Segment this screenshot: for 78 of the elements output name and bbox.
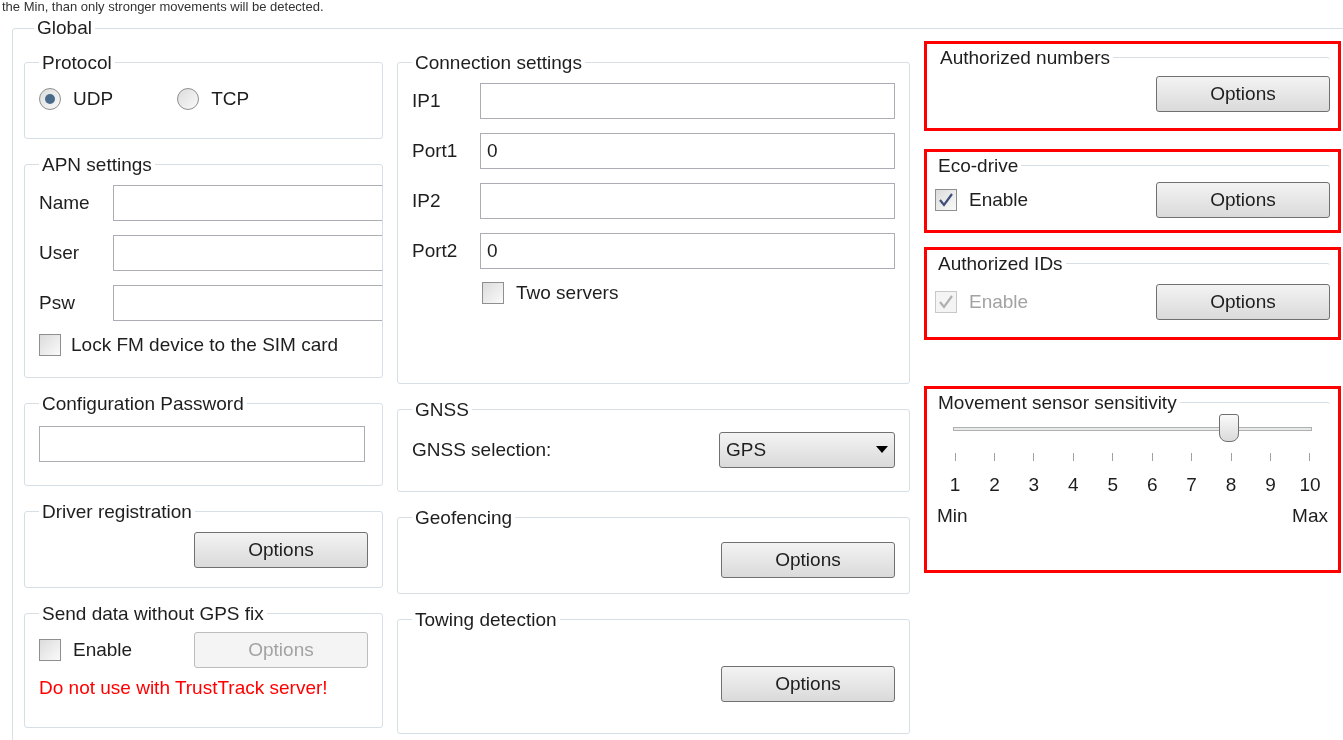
checkbox[interactable] <box>39 334 61 357</box>
text-field[interactable] <box>113 235 382 271</box>
field-label: Port1 <box>412 138 459 163</box>
slider-thumb[interactable] <box>1218 414 1239 442</box>
tick-label: 6 <box>1146 473 1158 497</box>
group-title: APN settings <box>41 152 153 177</box>
group-title: GNSS <box>414 397 470 422</box>
tick-label: 9 <box>1265 473 1276 497</box>
tick-mark <box>1151 453 1153 461</box>
field-label: Psw <box>39 290 76 315</box>
checkbox[interactable] <box>39 639 61 661</box>
group-title: Protocol <box>41 50 113 75</box>
field-label: GNSS selection: <box>412 437 552 462</box>
group-title: Authorized numbers <box>939 45 1112 70</box>
tick-label: 4 <box>1068 473 1079 497</box>
group-title: Connection settings <box>414 50 583 75</box>
group-title: Towing detection <box>414 607 558 632</box>
field-label: IP1 <box>412 88 442 113</box>
max-label: Max <box>1292 503 1328 528</box>
group-title: Geofencing <box>414 505 514 530</box>
tick-label: 5 <box>1107 473 1119 497</box>
text-field[interactable] <box>480 83 895 119</box>
text-field[interactable]: 0 <box>480 133 895 169</box>
checkbox-label: Lock FM device to the SIM card <box>71 333 339 357</box>
tick-mark <box>954 453 956 461</box>
checkbox-label: Enable <box>969 187 1030 212</box>
gnss-dropdown[interactable]: GPS <box>719 432 895 468</box>
group-title: Driver registration <box>41 499 193 524</box>
tick-mark <box>993 453 995 461</box>
tick-mark <box>1270 453 1271 461</box>
checkbox-label: Enable <box>969 289 1030 314</box>
field-label: User <box>39 240 81 265</box>
checkbox-label: Two servers <box>516 281 619 305</box>
radio-button[interactable] <box>177 88 200 111</box>
radio-button[interactable] <box>39 88 61 111</box>
group-title: Configuration Password <box>41 391 245 416</box>
radio-label: UDP <box>73 87 114 111</box>
tick-label: 10 <box>1299 473 1321 497</box>
options-button[interactable]: Options <box>721 666 895 702</box>
checkbox[interactable] <box>482 282 504 305</box>
tick-mark <box>1112 453 1114 461</box>
group-title: Send data without GPS fix <box>41 601 265 626</box>
tick-mark <box>1309 453 1311 461</box>
check-icon <box>938 192 954 208</box>
group-title: Movement sensor sensitivity <box>937 390 1178 415</box>
group-title: Authorized IDs <box>937 251 1064 276</box>
text-field[interactable] <box>113 285 382 321</box>
check-icon <box>938 294 954 310</box>
text-field[interactable]: 0 <box>480 233 895 269</box>
text-field[interactable] <box>480 183 895 219</box>
dropdown-arrow-icon <box>876 446 888 454</box>
tick-label: 2 <box>989 473 1000 497</box>
text-field[interactable] <box>39 426 365 462</box>
text-field[interactable] <box>113 185 382 221</box>
tick-label: 1 <box>949 473 961 497</box>
tick-mark <box>1072 453 1074 461</box>
tick-label: 7 <box>1186 473 1197 497</box>
tick-label: 8 <box>1225 473 1237 497</box>
options-button[interactable]: Options <box>194 532 368 568</box>
group-title: Global <box>36 16 93 40</box>
field-label: Name <box>39 190 91 215</box>
tick-label: 3 <box>1028 473 1040 497</box>
options-button[interactable]: Options <box>1156 182 1330 218</box>
checkbox-label: Enable <box>73 637 134 662</box>
tick-mark <box>1033 453 1035 461</box>
tick-mark <box>1230 453 1232 461</box>
options-button[interactable]: Options <box>1156 284 1330 320</box>
checkbox[interactable] <box>935 189 957 211</box>
options-button[interactable]: Options <box>1156 76 1330 112</box>
warning-text: Do not use with TrustTrack server! <box>39 676 329 700</box>
radio-label: TCP <box>211 87 250 111</box>
tick-mark <box>1191 453 1193 461</box>
min-label: Min <box>937 503 968 528</box>
field-label: IP2 <box>412 188 442 213</box>
field-label: Port2 <box>412 238 459 263</box>
caption-text: the Min, than only stronger movements will be detected. <box>1 0 325 14</box>
options-button[interactable]: Options <box>721 542 895 578</box>
group-title: Eco-drive <box>937 153 1020 178</box>
